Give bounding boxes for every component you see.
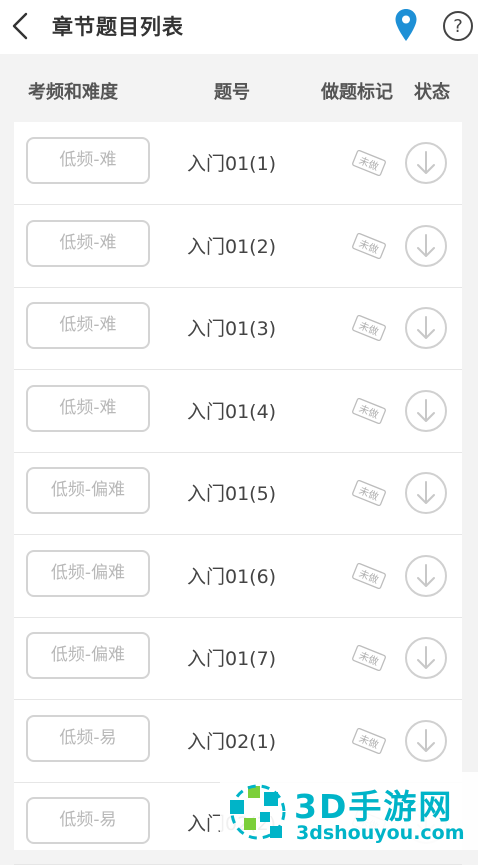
stamp-label: 未做	[357, 319, 380, 339]
question-row[interactable]: 低频-偏难 入门01(6) 未做	[14, 535, 462, 618]
column-status: 状态	[414, 82, 450, 103]
difficulty-tag: 低频-难	[26, 302, 150, 349]
stamp-label: 未做	[357, 154, 380, 174]
watermark-brand: 3D手游网	[294, 787, 454, 826]
difficulty-tag: 低频-偏难	[26, 467, 150, 514]
watermark-url: 3dshouyou.com	[296, 822, 465, 844]
question-row[interactable]: 低频-难 入门01(3) 未做	[14, 287, 462, 370]
download-icon[interactable]	[404, 306, 448, 350]
stamp-label: 未做	[357, 731, 380, 751]
download-icon[interactable]	[404, 389, 448, 433]
column-number: 题号	[214, 82, 250, 103]
column-header: 考频和难度 题号 做题标记 状态	[0, 54, 478, 124]
not-done-stamp-icon: 未做	[352, 150, 386, 176]
question-number: 入门01(5)	[187, 483, 277, 505]
help-icon[interactable]: ?	[442, 10, 474, 42]
stamp-label: 未做	[357, 566, 380, 586]
question-number: 入门01(3)	[187, 318, 277, 340]
stamp-label: 未做	[357, 649, 380, 669]
not-done-stamp-icon: 未做	[352, 397, 386, 424]
not-done-stamp-icon: 未做	[352, 315, 386, 341]
question-row[interactable]: 低频-偏难 入门01(7) 未做	[14, 617, 462, 700]
back-icon[interactable]	[6, 10, 36, 42]
difficulty-tag: 低频-难	[26, 219, 150, 267]
question-number: 入门02(1)	[187, 730, 277, 753]
question-number: 入门01(7)	[187, 648, 277, 670]
question-number: 入门01(6)	[187, 565, 277, 588]
question-row[interactable]: 低频-偏难 入门01(5) 未做	[14, 452, 462, 535]
watermark-logo-icon	[230, 784, 286, 840]
download-icon[interactable]	[404, 471, 448, 515]
question-row[interactable]: 低频-难 入门01(4) 未做	[14, 370, 462, 453]
stamp-label: 未做	[357, 401, 380, 421]
not-done-stamp-icon: 未做	[352, 232, 386, 259]
not-done-stamp-icon: 未做	[352, 480, 386, 506]
question-number: 入门01(1)	[187, 153, 277, 175]
stamp-label: 未做	[357, 484, 380, 504]
not-done-stamp-icon: 未做	[352, 645, 386, 671]
location-pin-icon[interactable]	[394, 8, 418, 42]
not-done-stamp-icon: 未做	[352, 562, 386, 589]
download-icon[interactable]	[404, 636, 448, 680]
top-bar: 章节题目列表 ?	[0, 0, 478, 54]
download-icon[interactable]	[404, 554, 448, 598]
difficulty-tag: 低频-偏难	[26, 549, 150, 597]
question-row[interactable]: 低频-易 入门02(1) 未做	[14, 700, 462, 783]
svg-text:?: ?	[453, 16, 463, 37]
difficulty-tag: 低频-易	[26, 714, 150, 762]
download-icon[interactable]	[404, 141, 448, 185]
download-icon[interactable]	[404, 719, 448, 763]
difficulty-tag: 低频-难	[26, 137, 150, 184]
question-row[interactable]: 低频-难 入门01(2) 未做	[14, 205, 462, 288]
question-row[interactable]: 低频-难 入门01(1) 未做	[14, 122, 462, 205]
page-title: 章节题目列表	[52, 15, 184, 39]
column-mark: 做题标记	[321, 82, 393, 103]
question-number: 入门01(2)	[187, 235, 277, 258]
column-difficulty: 考频和难度	[28, 82, 118, 103]
question-list: 低频-难 入门01(1) 未做 低频-难 入门01(2) 未做 低频-难 入门01(3) 未做低…	[14, 122, 462, 865]
difficulty-tag: 低频-偏难	[26, 632, 150, 679]
question-number: 入门01(4)	[187, 400, 277, 423]
stamp-label: 未做	[357, 236, 380, 256]
download-icon[interactable]	[404, 224, 448, 268]
watermark: 3D手游网 3dshouyou.com	[220, 772, 478, 850]
difficulty-tag: 低频-难	[26, 384, 150, 432]
not-done-stamp-icon: 未做	[352, 727, 386, 754]
difficulty-tag: 低频-易	[26, 797, 150, 844]
